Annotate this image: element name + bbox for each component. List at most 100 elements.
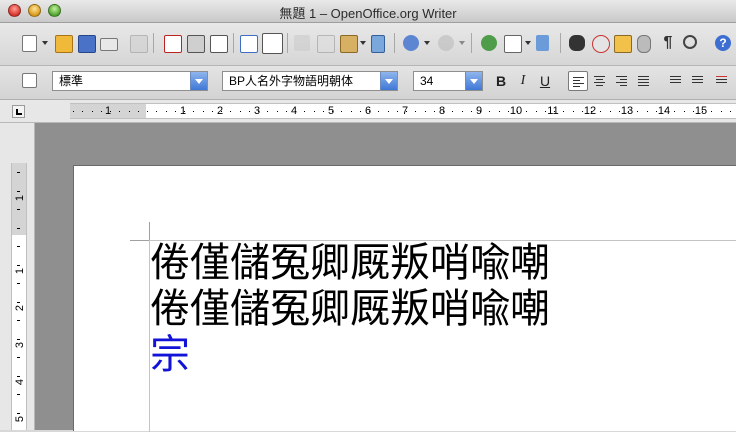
vertical-ruler-tick — [17, 246, 20, 247]
ruler-tick — [517, 111, 518, 112]
ruler-tick — [711, 111, 712, 112]
ruler-tick — [536, 111, 537, 112]
ruler-number: 3 — [253, 105, 261, 117]
crop-mark — [130, 240, 149, 241]
bold-button[interactable]: B — [491, 71, 511, 91]
align-center-button[interactable] — [590, 71, 610, 91]
email-icon[interactable] — [100, 38, 118, 51]
clone-formatting-icon[interactable] — [371, 35, 385, 53]
document-area[interactable]: 倦僅儲冤卿厩叛哨喩嘲 倦僅儲冤卿厩叛哨喩嘲 宗 — [35, 123, 736, 432]
decrease-indent-button[interactable] — [712, 71, 732, 91]
cut-icon[interactable] — [294, 35, 310, 51]
nonprinting-characters-icon[interactable]: ¶ — [660, 35, 676, 51]
justify-icon — [638, 76, 649, 88]
table-icon[interactable] — [504, 35, 522, 53]
paragraph-style-select[interactable]: 標準 — [52, 71, 208, 91]
ruler-tick — [360, 111, 361, 112]
toolbar-separator — [233, 33, 234, 53]
ruler-number: 15 — [694, 105, 708, 117]
new-document-dropdown[interactable] — [42, 41, 48, 45]
table-dropdown[interactable] — [525, 41, 531, 45]
edit-file-icon[interactable] — [130, 35, 148, 53]
font-size-select[interactable]: 34 — [413, 71, 483, 91]
ruler-tick — [101, 111, 102, 112]
ruler-tick — [351, 111, 352, 112]
ruler-number: 14 — [657, 105, 671, 117]
ruler-number: 4 — [290, 105, 298, 117]
horizontal-ruler[interactable]: 1 1 2 3 4 5 6 7 8 9 10 11 12 13 14 15 — [70, 103, 736, 119]
ruler-tick — [443, 111, 444, 112]
paragraph-style-value: 標準 — [59, 74, 84, 88]
export-pdf-icon[interactable] — [164, 35, 182, 53]
italic-button[interactable]: I — [513, 71, 533, 91]
ruler-tick — [425, 111, 426, 112]
hyperlink-icon[interactable] — [481, 35, 497, 51]
data-sources-icon[interactable] — [637, 35, 651, 53]
ruler-tick — [730, 111, 731, 112]
ruler-number: 12 — [583, 105, 597, 117]
gallery-icon[interactable] — [614, 35, 632, 53]
ruler-tick — [388, 111, 389, 112]
blue-text-line[interactable]: 宗 — [150, 332, 190, 378]
ruler-number: 11 — [547, 105, 559, 117]
paste-dropdown[interactable] — [360, 41, 366, 45]
underline-button[interactable]: U — [535, 71, 555, 91]
ruler-tick — [221, 111, 222, 112]
ruler-tick — [129, 111, 130, 112]
vertical-ruler[interactable]: 1 1 2 3 4 5 — [11, 163, 27, 430]
document-page[interactable]: 倦僅儲冤卿厩叛哨喩嘲 倦僅儲冤卿厩叛哨喩嘲 宗 — [73, 165, 736, 432]
undo-icon[interactable] — [403, 35, 419, 51]
chevron-down-icon[interactable] — [380, 72, 397, 90]
chevron-down-icon[interactable] — [465, 72, 482, 90]
navigator-icon[interactable] — [592, 35, 610, 53]
title-bar: 無題 1 – OpenOffice.org Writer — [0, 0, 736, 23]
draw-functions-icon[interactable] — [536, 35, 549, 51]
ruler-number: 13 — [620, 105, 634, 117]
vertical-ruler-tick — [17, 339, 20, 340]
align-right-button[interactable] — [612, 71, 632, 91]
vertical-ruler-number: 4 — [14, 378, 26, 386]
redo-dropdown[interactable] — [459, 41, 465, 45]
ruler-tick — [471, 111, 472, 112]
vertical-ruler-tick — [17, 394, 20, 395]
font-name-select[interactable]: BP人名外字物語明朝体 — [222, 71, 398, 91]
ruler-number: 1 — [179, 105, 187, 117]
ruler-number: 10 — [509, 105, 523, 117]
open-icon[interactable] — [55, 35, 73, 53]
tab-type-selector[interactable] — [12, 105, 25, 118]
bullets-button[interactable] — [688, 71, 708, 91]
ruler-tick — [323, 111, 324, 112]
paste-icon[interactable] — [340, 35, 358, 53]
ruler-tick — [166, 111, 167, 112]
save-icon[interactable] — [78, 35, 96, 53]
print-preview-icon[interactable] — [210, 35, 228, 53]
text-line[interactable]: 倦僅儲冤卿厩叛哨喩嘲 — [150, 240, 550, 286]
zoom-icon[interactable] — [683, 35, 697, 49]
bullet-list-icon — [692, 76, 703, 85]
ruler-tick — [184, 111, 185, 112]
align-left-button[interactable] — [568, 71, 588, 91]
ruler-tick — [434, 111, 435, 112]
toolbar-separator — [560, 33, 561, 53]
new-document-icon[interactable] — [22, 35, 37, 52]
redo-icon[interactable] — [438, 35, 454, 51]
undo-dropdown[interactable] — [424, 41, 430, 45]
find-replace-icon[interactable] — [569, 35, 585, 51]
help-icon[interactable]: ? — [715, 35, 731, 51]
chevron-down-icon[interactable] — [190, 72, 207, 90]
ruler-tick — [277, 111, 278, 112]
print-icon[interactable] — [187, 35, 205, 53]
copy-icon[interactable] — [317, 35, 335, 53]
align-center-icon — [594, 76, 605, 88]
toolbar-separator — [153, 33, 154, 53]
text-line[interactable]: 倦僅儲冤卿厩叛哨喩嘲 — [150, 286, 550, 332]
ruler-tick — [674, 111, 675, 112]
numbering-button[interactable] — [666, 71, 686, 91]
vertical-ruler-tick — [17, 172, 20, 173]
spellcheck-icon[interactable] — [240, 35, 258, 53]
autospellcheck-icon[interactable] — [262, 33, 283, 54]
vertical-ruler-tick — [17, 413, 20, 414]
styles-formatting-icon[interactable] — [22, 73, 37, 88]
ruler-tick — [240, 111, 241, 112]
justify-button[interactable] — [634, 71, 654, 91]
